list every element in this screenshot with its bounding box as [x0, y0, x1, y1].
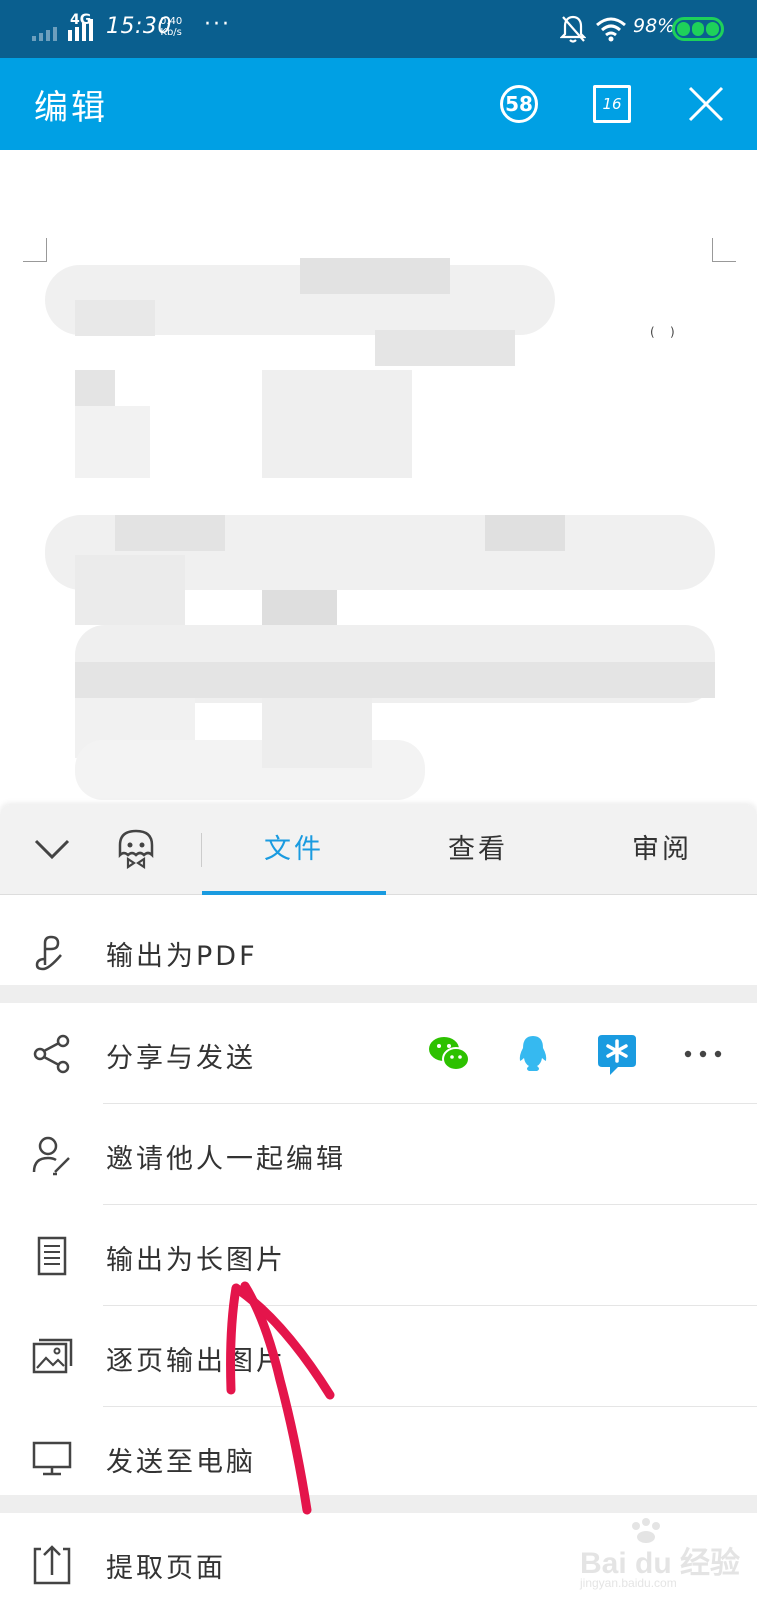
- title-bar: 编辑 58 16: [0, 58, 757, 150]
- watermark-site: jingyan.baidu.com: [580, 1576, 677, 1590]
- chevron-down-icon[interactable]: [32, 829, 72, 869]
- baidu-jingyan-watermark: Bai du 经验 jingyan.baidu.com: [580, 1518, 750, 1596]
- close-icon[interactable]: [686, 84, 726, 124]
- wifi-icon: [596, 17, 626, 42]
- more-dots: ···: [204, 12, 231, 37]
- images-icon: [32, 1338, 73, 1374]
- menu-label: 发送至电脑: [106, 1447, 256, 1478]
- extract-page-icon: [33, 1545, 71, 1585]
- qq-icon[interactable]: [510, 1031, 556, 1077]
- menu-item-share-send[interactable]: 分享与发送: [0, 1003, 757, 1104]
- network-type: 4G: [70, 12, 92, 28]
- tab-view[interactable]: 查看: [386, 805, 570, 895]
- document-preview[interactable]: ( ): [0, 150, 757, 805]
- battery-icon: [672, 17, 724, 41]
- menu-label: 分享与发送: [106, 1043, 256, 1074]
- long-image-icon: [37, 1236, 67, 1276]
- blurred-text: [262, 590, 337, 626]
- monitor-icon: [32, 1441, 72, 1476]
- menu-item-export-long-image[interactable]: 输出为长图片: [0, 1205, 757, 1306]
- section-gap: [0, 1495, 757, 1513]
- blurred-text: [375, 330, 515, 366]
- menu-item-invite-edit[interactable]: 邀请他人一起编辑: [0, 1104, 757, 1205]
- blurred-text: [75, 555, 185, 625]
- tab-file[interactable]: 文件: [202, 805, 386, 895]
- menu-label: 邀请他人一起编辑: [106, 1144, 346, 1175]
- blurred-text: [75, 300, 155, 336]
- battery-percent: 98%: [633, 15, 676, 37]
- more-icon[interactable]: [680, 1031, 726, 1077]
- blurred-text: [262, 698, 372, 768]
- menu-item-send-to-pc[interactable]: 发送至电脑: [0, 1407, 757, 1508]
- file-menu-panel: 文件 查看 审阅 输出为PDF 分享与发送 邀请他人一起编辑 输出为长图片 逐页…: [0, 805, 757, 1600]
- pdf-icon: [35, 935, 62, 971]
- dingtalk-icon[interactable]: [594, 1031, 640, 1077]
- status-bar: 4G 15:30 0.40 Kb/s ··· 98%: [0, 0, 757, 58]
- wechat-icon[interactable]: [426, 1031, 472, 1077]
- bell-off-icon: [560, 15, 586, 43]
- blurred-text: [75, 370, 115, 406]
- menu-label: 输出为PDF: [106, 941, 258, 972]
- assistant-face-icon[interactable]: [112, 825, 160, 873]
- blurred-text: [300, 258, 450, 294]
- blurred-text: [75, 406, 150, 478]
- page-corner-left: [23, 238, 47, 262]
- net-speed: 0.40 Kb/s: [160, 16, 183, 38]
- page-title: 编辑: [34, 88, 108, 128]
- share-icon: [33, 1034, 70, 1074]
- user-edit-icon: [32, 1136, 70, 1176]
- doc-paren: ( ): [650, 325, 675, 339]
- blurred-text: [485, 515, 565, 551]
- menu-label: 提取页面: [106, 1553, 226, 1584]
- page-corner-right: [712, 238, 736, 262]
- tab-bar: 文件 查看 审阅: [0, 805, 757, 895]
- section-gap: [0, 985, 757, 1003]
- blurred-text: [262, 370, 412, 478]
- blurred-text: [115, 515, 225, 551]
- circle-count-icon[interactable]: 58: [500, 85, 538, 123]
- tab-review[interactable]: 审阅: [570, 805, 754, 895]
- blurred-text: [75, 740, 425, 800]
- blurred-text: [75, 662, 715, 698]
- menu-item-export-per-page[interactable]: 逐页输出图片: [0, 1306, 757, 1407]
- menu-label: 逐页输出图片: [106, 1346, 286, 1377]
- page-count-icon[interactable]: 16: [593, 85, 631, 123]
- menu-label: 输出为长图片: [106, 1245, 286, 1276]
